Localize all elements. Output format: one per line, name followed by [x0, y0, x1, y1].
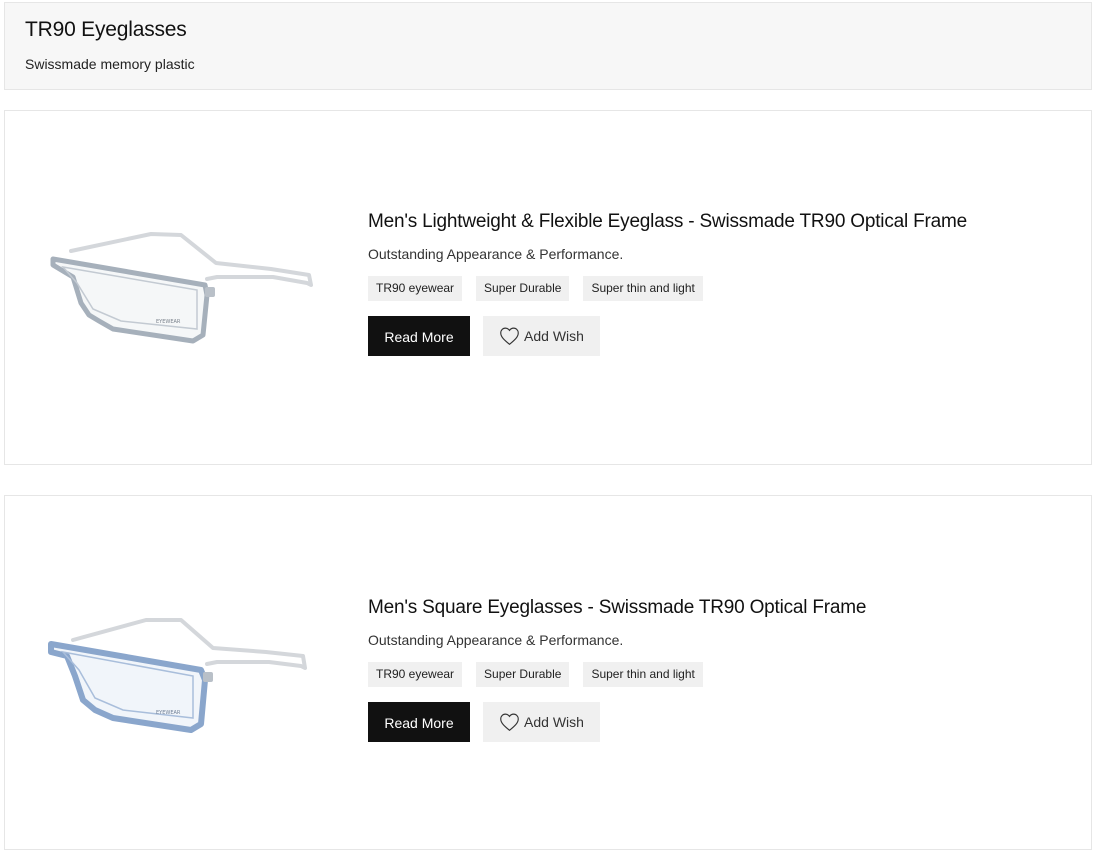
- heart-icon: [500, 713, 519, 732]
- add-wish-label: Add Wish: [524, 328, 584, 344]
- product-info: Men's Lightweight & Flexible Eyeglass - …: [368, 209, 1071, 356]
- product-info: Men's Square Eyeglasses - Swissmade TR90…: [368, 595, 1071, 742]
- svg-text:EYEWEAR: EYEWEAR: [156, 319, 181, 325]
- product-card: EYEWEAR Men's Square Eyeglasses - Swissm…: [4, 495, 1092, 850]
- read-more-button[interactable]: Read More: [368, 702, 470, 742]
- eyeglasses-image: EYEWEAR: [50, 232, 313, 344]
- product-actions: Read More Add Wish: [368, 702, 1071, 742]
- tag-list: TR90 eyewear Super Durable Super thin an…: [368, 662, 1071, 687]
- heart-icon: [500, 327, 519, 346]
- add-wish-label: Add Wish: [524, 714, 584, 730]
- page-subtitle: Swissmade memory plastic: [25, 56, 195, 72]
- product-description: Outstanding Appearance & Performance.: [368, 246, 624, 262]
- product-actions: Read More Add Wish: [368, 316, 1071, 356]
- product-image[interactable]: EYEWEAR: [41, 223, 321, 363]
- product-description: Outstanding Appearance & Performance.: [368, 632, 624, 648]
- tag-list: TR90 eyewear Super Durable Super thin an…: [368, 276, 1071, 301]
- tag[interactable]: TR90 eyewear: [368, 276, 463, 301]
- product-card: EYEWEAR Men's Lightweight & Flexible Eye…: [4, 110, 1092, 465]
- read-more-button[interactable]: Read More: [368, 316, 470, 356]
- tag[interactable]: Super Durable: [476, 662, 570, 687]
- tag[interactable]: TR90 eyewear: [368, 662, 463, 687]
- add-wish-button[interactable]: Add Wish: [483, 316, 600, 356]
- category-header: TR90 Eyeglasses Swissmade memory plastic: [4, 2, 1092, 90]
- tag[interactable]: Super Durable: [476, 276, 570, 301]
- page-title: TR90 Eyeglasses: [25, 18, 187, 41]
- eyeglasses-image: EYEWEAR: [48, 618, 307, 733]
- tag[interactable]: Super thin and light: [583, 276, 703, 301]
- product-title[interactable]: Men's Square Eyeglasses - Swissmade TR90…: [368, 595, 1071, 621]
- product-image[interactable]: EYEWEAR: [41, 606, 321, 746]
- tag[interactable]: Super thin and light: [583, 662, 703, 687]
- product-title[interactable]: Men's Lightweight & Flexible Eyeglass - …: [368, 209, 1071, 235]
- svg-text:EYEWEAR: EYEWEAR: [156, 710, 181, 716]
- add-wish-button[interactable]: Add Wish: [483, 702, 600, 742]
